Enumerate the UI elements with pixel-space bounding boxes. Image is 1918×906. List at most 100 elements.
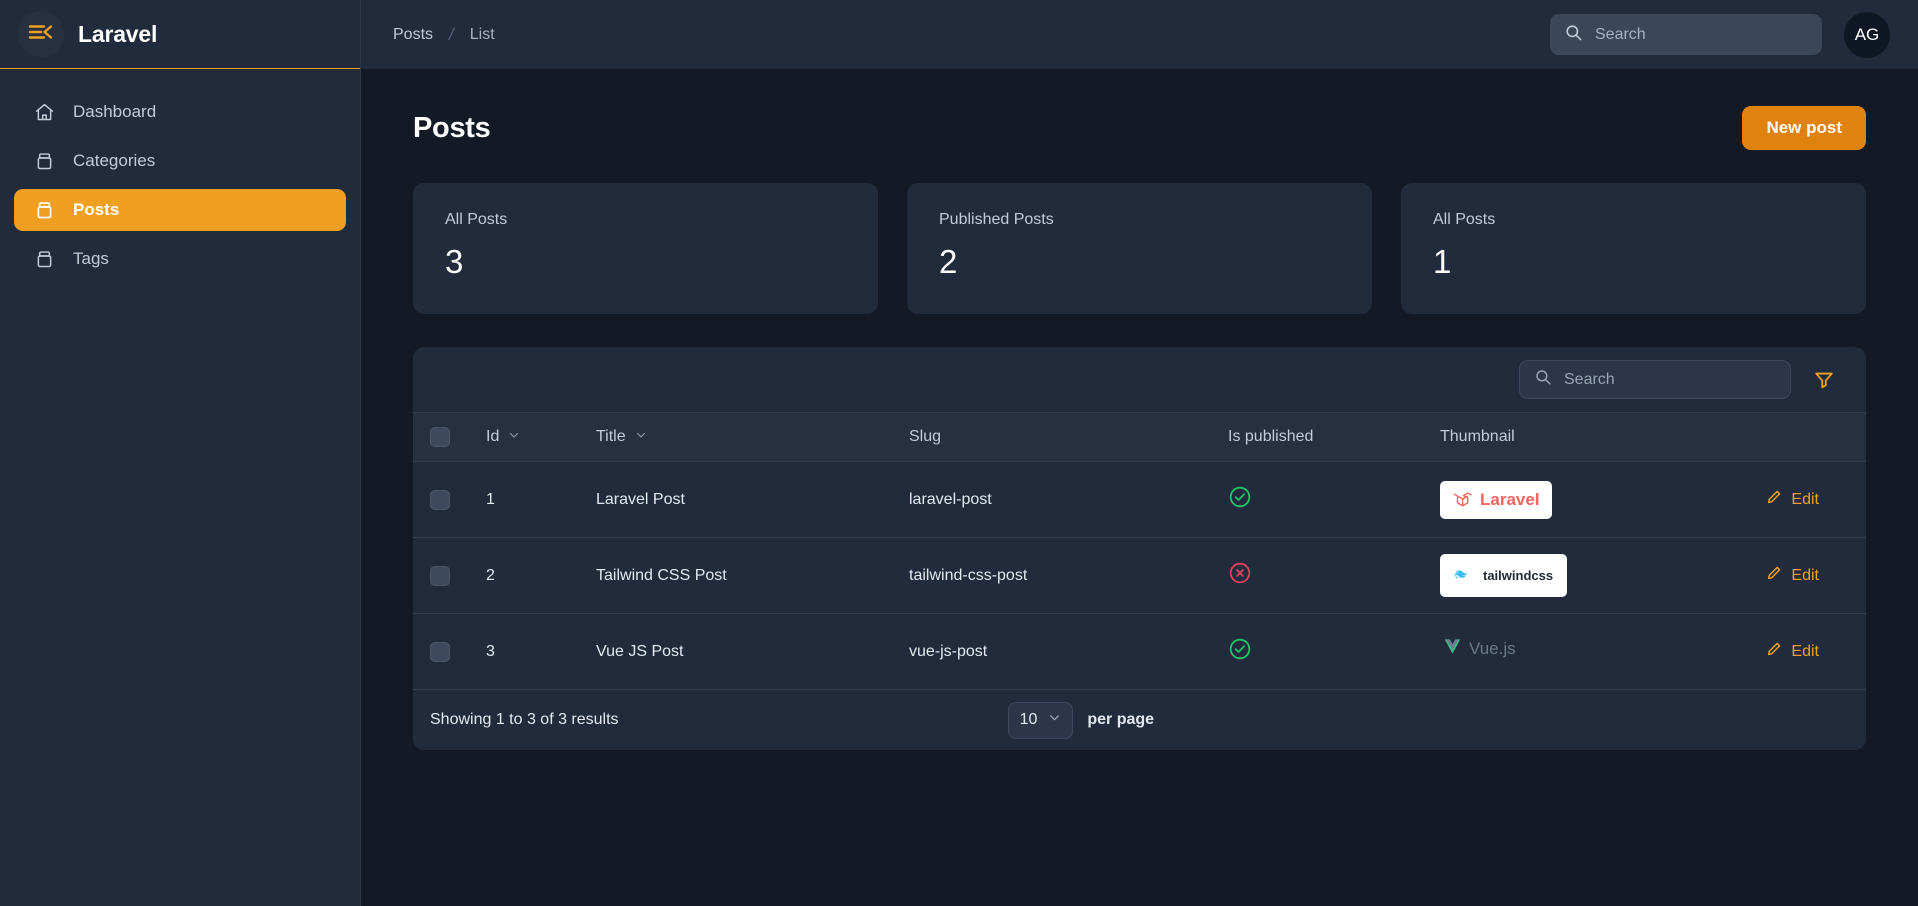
page-content: Posts New post All Posts 3 Published Pos… [361, 69, 1918, 906]
posts-table: Id Title Slug Is published Thumbnail 1 L… [413, 412, 1866, 690]
row-checkbox[interactable] [430, 489, 450, 510]
sidebar-item-label: Dashboard [73, 102, 157, 121]
edit-link[interactable]: Edit [1720, 565, 1819, 586]
pencil-icon [1766, 489, 1782, 510]
per-page-value: 10 [1019, 711, 1038, 728]
tailwindcss-logo: tailwindcss [1440, 554, 1568, 597]
page-header: Posts New post [413, 103, 1866, 153]
table-search-input[interactable] [1564, 370, 1776, 389]
search-icon [1534, 368, 1552, 391]
th-thumbnail: Thumbnail [1440, 412, 1720, 462]
breadcrumb-item-list[interactable]: List [470, 26, 495, 44]
th-label: Thumbnail [1440, 428, 1515, 445]
edit-link[interactable]: Edit [1720, 489, 1819, 510]
search-icon [1564, 23, 1583, 47]
table-toolbar [413, 347, 1866, 412]
cell-title: Tailwind CSS Post [596, 537, 909, 614]
filter-button[interactable] [1809, 365, 1839, 395]
results-summary: Showing 1 to 3 of 3 results [430, 711, 619, 728]
stat-value: 3 [445, 243, 464, 280]
table-row: 1 Laravel Post laravel-post Laravel Edit [413, 461, 1866, 538]
th-actions [1720, 412, 1866, 462]
stat-value: 1 [1433, 243, 1452, 280]
thumbnail-label: Laravel [1480, 489, 1540, 509]
avatar-initials: AG [1854, 24, 1880, 44]
new-post-button[interactable]: New post [1742, 106, 1866, 150]
cell-title: Laravel Post [596, 461, 909, 538]
vuejs-logo: Vue.js [1440, 638, 1516, 660]
th-is-published: Is published [1228, 412, 1440, 462]
stat-label: Published Posts [939, 211, 1054, 228]
cell-checkbox [413, 461, 486, 538]
table-body: 1 Laravel Post laravel-post Laravel Edit… [413, 461, 1866, 690]
sidebar: Laravel Dashboard Categories Posts Tags [0, 0, 361, 906]
avatar[interactable]: AG [1844, 11, 1890, 58]
sidebar-item-dashboard[interactable]: Dashboard [14, 91, 346, 133]
th-slug: Slug [909, 412, 1228, 462]
table-row: 3 Vue JS Post vue-js-post Vue.js Edit [413, 613, 1866, 690]
filter-funnel-icon [1813, 372, 1835, 394]
th-id[interactable]: Id [486, 412, 596, 462]
breadcrumb-item-posts[interactable]: Posts [393, 26, 433, 44]
table-footer: Showing 1 to 3 of 3 results 10 per page [413, 690, 1866, 750]
row-checkbox[interactable] [430, 565, 450, 586]
page-title: Posts [413, 111, 491, 144]
cell-id: 2 [486, 537, 596, 614]
chevron-down-icon [635, 428, 647, 446]
cell-actions: Edit [1720, 537, 1866, 614]
cell-is-published [1228, 537, 1440, 614]
edit-label: Edit [1791, 566, 1819, 584]
cell-thumbnail: Vue.js [1440, 613, 1720, 690]
sidebar-item-tags[interactable]: Tags [14, 238, 346, 280]
per-page-group: 10 per page [1007, 701, 1154, 739]
sidebar-item-categories[interactable]: Categories [14, 140, 346, 182]
table-search[interactable] [1519, 360, 1791, 399]
stat-value: 2 [939, 243, 958, 280]
th-label: Id [486, 428, 500, 445]
x-circle-icon [1228, 562, 1252, 589]
row-checkbox[interactable] [430, 641, 450, 662]
cell-is-published [1228, 613, 1440, 690]
table-head: Id Title Slug Is published Thumbnail [413, 412, 1866, 462]
archive-box-icon [34, 249, 55, 270]
search-input[interactable] [1595, 25, 1808, 44]
th-label: Is published [1228, 428, 1314, 445]
cell-checkbox [413, 537, 486, 614]
cell-thumbnail: tailwindcss [1440, 537, 1720, 614]
th-label: Slug [909, 428, 942, 445]
cell-id: 3 [486, 613, 596, 690]
th-label: Title [596, 428, 626, 445]
cell-title: Vue JS Post [596, 613, 909, 690]
per-page-select[interactable]: 10 [1007, 701, 1074, 739]
sidebar-brand: Laravel [0, 0, 360, 69]
thumbnail-label: Vue.js [1469, 639, 1516, 658]
stat-card: Published Posts 2 [907, 183, 1372, 314]
chevron-down-icon [508, 428, 520, 446]
select-all-checkbox[interactable] [430, 427, 450, 447]
breadcrumb: Posts / List [393, 25, 495, 45]
sidebar-item-posts[interactable]: Posts [14, 189, 346, 231]
cell-is-published [1228, 461, 1440, 538]
check-circle-icon [1228, 486, 1252, 513]
pencil-icon [1766, 565, 1782, 586]
topbar: Posts / List AG [361, 0, 1918, 69]
stat-label: All Posts [1433, 211, 1496, 228]
th-title[interactable]: Title [596, 412, 909, 462]
edit-link[interactable]: Edit [1720, 641, 1819, 662]
cell-slug: vue-js-post [909, 613, 1228, 690]
cell-thumbnail: Laravel [1440, 461, 1720, 538]
cell-id: 1 [486, 461, 596, 538]
cell-slug: tailwind-css-post [909, 537, 1228, 614]
check-circle-icon [1228, 638, 1252, 665]
menu-toggle-button[interactable] [18, 11, 64, 57]
stat-label: All Posts [445, 211, 508, 228]
global-search[interactable] [1550, 14, 1822, 55]
topbar-right: AG [1550, 11, 1890, 58]
main-area: Posts / List AG Posts New post [361, 0, 1918, 906]
sidebar-item-label: Posts [73, 200, 120, 219]
cell-slug: laravel-post [909, 461, 1228, 538]
sidebar-nav: Dashboard Categories Posts Tags [0, 69, 360, 280]
edit-label: Edit [1791, 642, 1819, 660]
sidebar-item-label: Tags [73, 249, 109, 268]
edit-label: Edit [1791, 490, 1819, 508]
